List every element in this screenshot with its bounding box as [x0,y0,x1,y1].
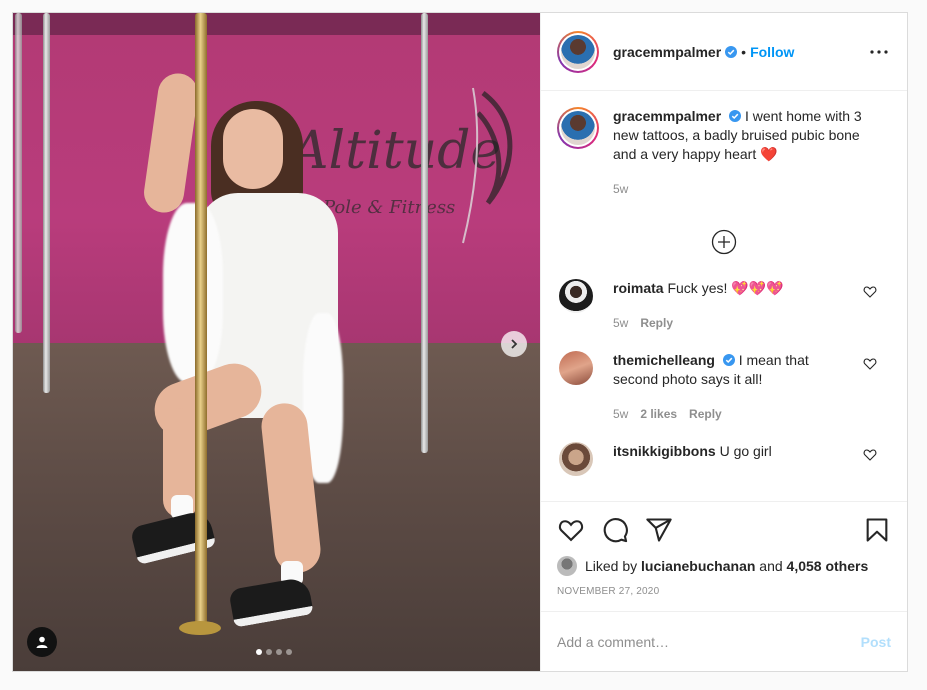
more-horizontal-icon [870,49,888,54]
person-face [223,109,283,189]
post-caption: gracemmpalmer I went home with 3 new tat… [557,107,891,199]
caption-body: gracemmpalmer I went home with 3 new tat… [613,107,873,199]
sign-main-text: Altitude [287,121,501,181]
pole-left [43,13,50,393]
like-heart-icon[interactable] [557,516,585,544]
comment-item: roimata Fuck yes! 💖💖💖 5w Reply [557,279,891,333]
liked-by-and: and [759,558,783,574]
carousel-dot [266,649,272,655]
commenter-username[interactable]: itsnikkigibbons [613,443,716,459]
likes-summary: Liked by lucianebuchanan and 4,058 other… [557,556,891,576]
follow-button[interactable]: Follow [750,44,794,60]
sparkling-heart-emoji: 💖💖💖 [731,280,784,296]
plus-circle-icon [711,229,737,255]
commenter-avatar[interactable] [559,279,593,313]
liker-avatar[interactable] [557,556,577,576]
caption-age: 5w [613,182,629,196]
carousel-dots [256,649,292,655]
like-comment-heart-icon[interactable] [863,285,877,299]
comment-body: itsnikkigibbons U go girl [613,442,853,476]
comment-age: 5w [613,316,629,330]
comment-item: itsnikkigibbons U go girl [557,442,891,476]
pole-gold [195,13,207,628]
post-date[interactable]: NOVEMBER 27, 2020 [557,586,891,597]
boa-left [163,203,223,383]
more-options-button[interactable] [867,40,891,64]
pole-right [421,13,428,453]
carousel-next-button[interactable] [501,331,527,357]
author-username[interactable]: gracemmpalmer [613,44,721,60]
chevron-right-icon [511,339,518,349]
header-separator: • [741,43,747,60]
like-comment-heart-icon[interactable] [863,448,877,462]
post-photo[interactable]: Altitude Pole & Fitness [13,13,540,671]
save-bookmark-icon[interactable] [863,516,891,544]
caption-meta: 5w [613,180,873,199]
commenter-username[interactable]: themichelleang [613,352,715,368]
commenter-avatar[interactable] [559,442,593,476]
carousel-dot [286,649,292,655]
author-avatar[interactable] [557,30,599,73]
comments-section[interactable]: gracemmpalmer I went home with 3 new tat… [541,91,907,501]
verified-badge-icon [722,354,735,366]
carousel-dot [276,649,282,655]
load-more-comments-button[interactable] [557,229,891,255]
comment-age: 5w [613,407,629,421]
comment-item: themichelleang I mean that second photo … [557,351,891,424]
post-header: gracemmpalmer • Follow [541,13,907,91]
verified-badge-icon [729,110,742,122]
like-comment-heart-icon[interactable] [863,357,877,371]
caption-username[interactable]: gracemmpalmer [613,108,721,124]
reply-button[interactable]: Reply [689,407,722,421]
pole-far-left [15,13,22,333]
comment-body: themichelleang I mean that second photo … [613,351,853,424]
pole-base [179,621,221,635]
comment-meta: 5w Reply [613,314,853,333]
liked-by-prefix: Liked by [585,558,638,574]
share-paper-plane-icon[interactable] [645,516,673,544]
carousel-dot [256,649,262,655]
liker-username[interactable]: lucianebuchanan [641,558,755,574]
commenter-username[interactable]: roimata [613,280,664,296]
comment-input[interactable] [557,633,861,650]
caption-avatar[interactable] [557,107,599,149]
user-icon [36,636,48,648]
reply-button[interactable]: Reply [640,316,673,330]
comment-text: Fuck yes! [667,280,728,296]
comment-body: roimata Fuck yes! 💖💖💖 5w Reply [613,279,853,333]
commenter-avatar[interactable] [559,351,593,385]
post-side-panel: gracemmpalmer • Follow gracemmpalmer I w… [540,13,907,671]
heart-emoji: ❤️ [760,146,778,162]
tagged-users-button[interactable] [27,627,57,657]
comment-likes-count[interactable]: 2 likes [640,407,677,421]
verified-badge-icon [725,45,738,58]
photo-ceiling [13,13,540,35]
likes-others-count[interactable]: 4,058 others [787,558,869,574]
post-actions: Liked by lucianebuchanan and 4,058 other… [541,501,907,611]
post-comment-button[interactable]: Post [861,634,891,650]
comment-text: U go girl [719,443,772,459]
post-modal: Altitude Pole & Fitness gracemmpalmer • … [12,12,908,672]
comment-meta: 5w 2 likes Reply [613,405,853,424]
action-bar [557,514,891,546]
add-comment-bar: Post [541,611,907,671]
comment-bubble-icon[interactable] [601,516,629,544]
sign-sub-text: Pole & Fitness [322,197,455,218]
